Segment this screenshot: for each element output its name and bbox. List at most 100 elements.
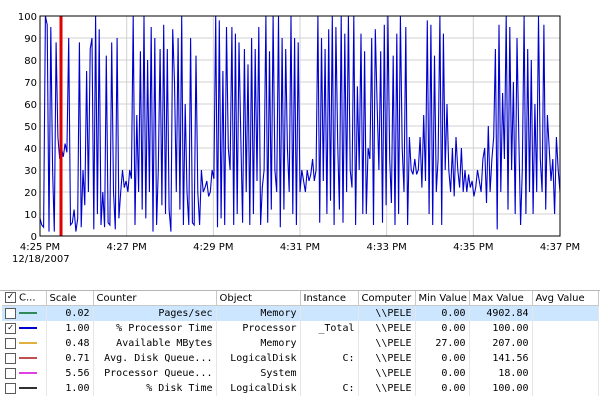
- counter-color-cell[interactable]: [2, 305, 47, 321]
- counter-scale: 1.00: [46, 321, 94, 336]
- column-header-max-value[interactable]: Max Value: [469, 291, 533, 306]
- counter-max-value: 100.00: [469, 381, 533, 396]
- counter-avg-value: [532, 366, 599, 381]
- counter-object: Memory: [216, 305, 301, 321]
- series-color-swatch: [19, 342, 37, 345]
- counter-object: LogicalDisk: [216, 381, 301, 396]
- counter-color-cell[interactable]: [2, 381, 47, 396]
- counter-min-value: 0.00: [415, 351, 470, 366]
- counter-max-value: 141.56: [469, 351, 533, 366]
- column-header-scale[interactable]: Scale: [46, 291, 94, 306]
- counter-color-cell[interactable]: [2, 366, 47, 381]
- column-header-counter[interactable]: Counter: [93, 291, 217, 306]
- counter-visible-checkbox[interactable]: [5, 337, 16, 349]
- counter-computer: \\PELE: [358, 321, 416, 336]
- counter-instance: C:: [300, 381, 359, 396]
- counter-min-value: 27.00: [415, 336, 470, 351]
- counter-row[interactable]: 0.48 Available MBytes Memory \\PELE 27.00 207…: [2, 336, 599, 351]
- counter-row[interactable]: 1.00% Disk Time LogicalDisk C: \\PELE 0.00 10…: [2, 381, 599, 396]
- counter-max-value: 18.00: [469, 366, 533, 381]
- y-tick-label: 30: [24, 166, 37, 177]
- performance-chart[interactable]: 100 90 80 70 60 50 40 30 20 10 0 4:25 PM 4:27 PM 4:29…: [0, 0, 600, 285]
- counter-name: Processor Queue...: [93, 366, 217, 381]
- series-color-swatch: [19, 327, 37, 330]
- counter-instance: [300, 305, 359, 321]
- counter-visible-checkbox[interactable]: [5, 367, 16, 379]
- x-tick-label: 4:25 PM: [20, 242, 60, 253]
- counter-visible-checkbox[interactable]: [5, 307, 16, 319]
- counter-instance: [300, 336, 359, 351]
- counter-color-cell[interactable]: [2, 351, 47, 366]
- y-tick-label: 100: [18, 12, 37, 23]
- counter-visible-checkbox[interactable]: ✓: [5, 322, 16, 334]
- chart-svg: 10090807060504030201004:25 PM 4:27 PM 4:29…: [12, 12, 580, 265]
- counter-scale: 0.02: [46, 305, 94, 321]
- column-header-instance[interactable]: Instance: [300, 291, 359, 306]
- counter-row[interactable]: ✓ 1.00% Processor Time Processor _Total \\PE…: [2, 321, 599, 336]
- counter-min-value: 0.00: [415, 381, 470, 396]
- column-header-min-value[interactable]: Min Value: [415, 291, 470, 306]
- counter-color-cell[interactable]: [2, 336, 47, 351]
- counter-row[interactable]: 0.71 Avg. Disk Queue... LogicalDisk C: \\PEL…: [2, 351, 599, 366]
- counter-max-value: 4902.84: [469, 305, 533, 321]
- counter-min-value: 0.00: [415, 305, 470, 321]
- x-tick-label: 4:35 PM: [453, 242, 493, 253]
- x-tick-label: 4:37 PM: [540, 242, 580, 253]
- counter-object: LogicalDisk: [216, 351, 301, 366]
- counter-name: Avg. Disk Queue...: [93, 351, 217, 366]
- counters-table: ✓ C... Scale Counter Object Instance Comp…: [2, 291, 599, 396]
- header-checkbox[interactable]: ✓: [5, 292, 16, 304]
- y-tick-label: 20: [24, 188, 37, 199]
- counter-avg-value: [532, 381, 599, 396]
- counter-object: Processor: [216, 321, 301, 336]
- y-tick-label: 90: [24, 34, 37, 45]
- x-tick-label: 4:29 PM: [193, 242, 233, 253]
- y-tick-label: 40: [24, 144, 37, 155]
- series-color-swatch: [19, 357, 37, 360]
- column-header-color[interactable]: ✓ C...: [2, 291, 47, 306]
- counter-max-value: 100.00: [469, 321, 533, 336]
- counter-scale: 0.71: [46, 351, 94, 366]
- counter-avg-value: [532, 336, 599, 351]
- y-tick-label: 80: [24, 56, 37, 67]
- column-header-computer[interactable]: Computer: [358, 291, 416, 306]
- counter-max-value: 207.00: [469, 336, 533, 351]
- counter-name: % Disk Time: [93, 381, 217, 396]
- counter-instance: C:: [300, 351, 359, 366]
- counter-object: System: [216, 366, 301, 381]
- counter-scale: 5.56: [46, 366, 94, 381]
- counter-min-value: 0.00: [415, 366, 470, 381]
- counter-object: Memory: [216, 336, 301, 351]
- series-color-swatch: [19, 372, 37, 375]
- counter-row[interactable]: 5.56 Processor Queue... System \\PELE 0.00 18…: [2, 366, 599, 381]
- counter-min-value: 0.00: [415, 321, 470, 336]
- counter-name: Available MBytes: [93, 336, 217, 351]
- counter-computer: \\PELE: [358, 336, 416, 351]
- counter-avg-value: [532, 305, 599, 321]
- counter-name: % Processor Time: [93, 321, 217, 336]
- counter-row[interactable]: 0.02 Pages/sec Memory \\PELE 0.00 4902.84: [2, 305, 599, 321]
- counter-instance: _Total: [300, 321, 359, 336]
- column-header-avg-value[interactable]: Avg Value: [532, 291, 599, 306]
- x-tick-label: 4:27 PM: [107, 242, 147, 253]
- counter-visible-checkbox[interactable]: [5, 382, 16, 394]
- y-tick-label: 70: [24, 78, 37, 89]
- x-tick-label: 4:31 PM: [280, 242, 320, 253]
- series-color-swatch: [19, 312, 37, 315]
- counter-computer: \\PELE: [358, 305, 416, 321]
- counter-instance: [300, 366, 359, 381]
- counter-legend-table[interactable]: ✓ C... Scale Counter Object Instance Comp…: [0, 290, 600, 405]
- counter-avg-value: [532, 351, 599, 366]
- y-tick-label: 10: [24, 210, 37, 221]
- counter-scale: 0.48: [46, 336, 94, 351]
- counter-computer: \\PELE: [358, 381, 416, 396]
- y-tick-label: 60: [24, 100, 37, 111]
- counter-visible-checkbox[interactable]: [5, 352, 16, 364]
- x-tick-label: 4:33 PM: [367, 242, 407, 253]
- column-header-object[interactable]: Object: [216, 291, 301, 306]
- counter-color-cell[interactable]: ✓: [2, 321, 47, 336]
- y-tick-label: 50: [24, 122, 37, 133]
- x-date-label: 12/18/2007: [12, 254, 70, 265]
- counter-computer: \\PELE: [358, 351, 416, 366]
- counter-computer: \\PELE: [358, 366, 416, 381]
